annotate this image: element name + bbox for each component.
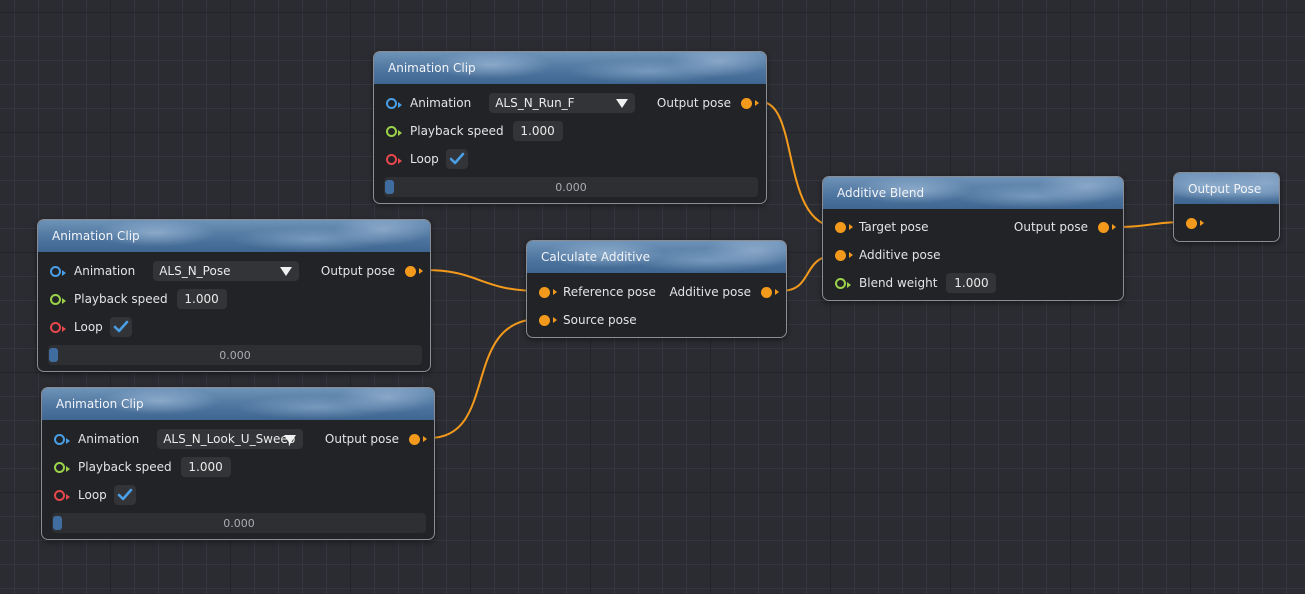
playback-speed-input-pin[interactable] [50,293,66,305]
output-pose-label: Output pose [320,264,395,278]
wire-pose-to-reference [424,269,541,292]
playback-speed-label: Playback speed [74,292,168,306]
node-title: Animation Clip [52,229,140,243]
animation-label: Animation [410,96,472,110]
node-output-pose[interactable]: Output Pose [1173,172,1280,242]
animation-value: ALS_N_Look_U_Sweep [163,432,296,446]
node-title: Output Pose [1188,181,1262,196]
playback-speed-field[interactable]: 1.000 [512,121,563,141]
check-icon [113,320,129,333]
output-pose-label: Output pose [656,96,731,110]
node-animation-clip-run[interactable]: Animation Clip Animation ALS_N_Run_F Out… [373,51,767,204]
animation-input-pin[interactable] [50,265,66,277]
triangle-down-icon [280,267,293,276]
additive-pose-pin[interactable] [835,249,853,261]
output-pose-pin[interactable] [741,97,759,109]
node-title: Additive Blend [837,186,925,200]
target-pose-pin[interactable] [835,221,853,233]
node-title: Calculate Additive [541,250,650,264]
animation-label: Animation [74,264,136,278]
output-pose-input-pin[interactable] [1186,217,1204,229]
output-pose-pin[interactable] [1098,221,1116,233]
animation-dropdown[interactable]: ALS_N_Look_U_Sweep [157,429,304,449]
animation-dropdown[interactable]: ALS_N_Pose [153,261,300,281]
loop-input-pin[interactable] [386,153,402,165]
node-header[interactable]: Animation Clip [42,388,434,420]
animation-input-pin[interactable] [386,97,402,109]
check-icon [449,152,465,165]
loop-input-pin[interactable] [50,321,66,333]
animation-label: Animation [78,432,140,446]
reference-pose-label: Reference pose [563,285,656,299]
time-value: 0.000 [223,516,255,530]
node-header[interactable]: Animation Clip [38,220,430,252]
check-icon [117,488,133,501]
reference-pose-pin[interactable] [539,286,557,298]
loop-input-pin[interactable] [54,489,70,501]
playback-speed-input-pin[interactable] [386,125,402,137]
animation-value: ALS_N_Pose [159,264,231,278]
time-slider[interactable]: 0.000 [48,345,422,365]
additive-pose-output-pin[interactable] [761,286,779,298]
time-slider[interactable]: 0.000 [52,513,426,533]
node-animation-clip-pose[interactable]: Animation Clip Animation ALS_N_Pose Outp… [37,219,431,372]
loop-checkbox[interactable] [109,317,132,337]
animation-value: ALS_N_Run_F [495,96,575,110]
node-header[interactable]: Calculate Additive [527,241,786,273]
node-title: Animation Clip [56,397,144,411]
blend-weight-label: Blend weight [859,276,938,290]
output-pose-label: Output pose [1013,220,1088,234]
node-animation-clip-look[interactable]: Animation Clip Animation ALS_N_Look_U_Sw… [41,387,435,540]
playback-speed-field[interactable]: 1.000 [176,289,227,309]
triangle-down-icon [284,435,297,444]
playback-speed-field[interactable]: 1.000 [180,457,231,477]
output-pose-pin[interactable] [409,433,427,445]
node-header[interactable]: Output Pose [1174,173,1279,204]
output-pose-label: Output pose [324,432,399,446]
loop-checkbox[interactable] [113,485,136,505]
triangle-down-icon [616,99,629,108]
blend-weight-pin[interactable] [835,277,851,289]
loop-checkbox[interactable] [445,149,468,169]
node-header[interactable]: Additive Blend [823,177,1123,209]
slider-handle[interactable] [385,180,394,194]
time-value: 0.000 [555,180,587,194]
animation-dropdown[interactable]: ALS_N_Run_F [489,93,636,113]
slider-handle[interactable] [53,516,62,530]
loop-label: Loop [410,152,439,166]
node-header[interactable]: Animation Clip [374,52,766,84]
source-pose-pin[interactable] [539,314,557,326]
node-calculate-additive[interactable]: Calculate Additive Reference pose Additi… [526,240,787,338]
playback-speed-label: Playback speed [78,460,172,474]
wire-look-to-source [428,318,541,439]
playback-speed-input-pin[interactable] [54,461,70,473]
playback-speed-label: Playback speed [410,124,504,138]
target-pose-label: Target pose [859,220,929,234]
node-title: Animation Clip [388,61,476,75]
time-slider[interactable]: 0.000 [384,177,758,197]
additive-pose-label: Additive pose [859,248,941,262]
source-pose-label: Source pose [563,313,637,327]
node-additive-blend[interactable]: Additive Blend Target pose Output pose A… [822,176,1124,301]
slider-handle[interactable] [49,348,58,362]
time-value: 0.000 [219,348,251,362]
additive-pose-output-label: Additive pose [669,285,752,299]
output-pose-pin[interactable] [405,265,423,277]
loop-label: Loop [78,488,107,502]
animation-input-pin[interactable] [54,433,70,445]
blend-weight-field[interactable]: 1.000 [946,273,997,293]
loop-label: Loop [74,320,103,334]
